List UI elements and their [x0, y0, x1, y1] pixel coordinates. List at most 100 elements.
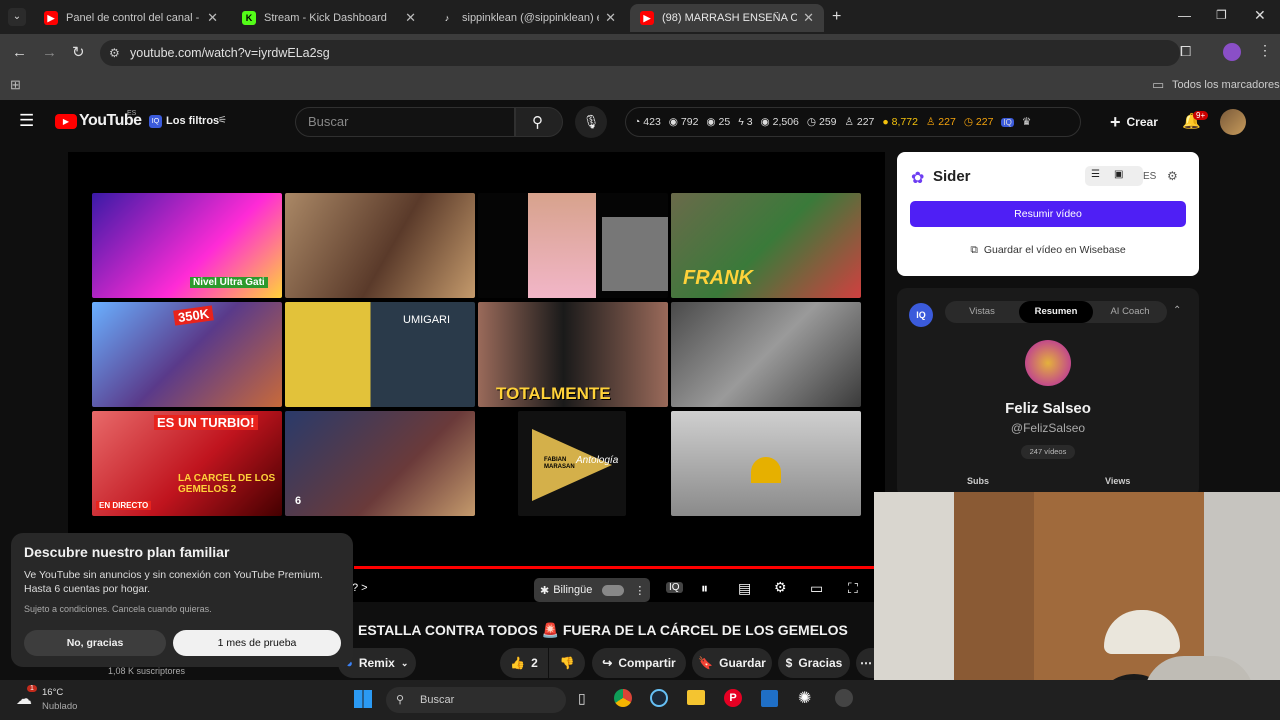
stat-item: ◉ 25	[706, 116, 730, 128]
settings-icon[interactable]: ⚙	[774, 579, 787, 596]
tab-kick-dashboard[interactable]: K Stream - Kick Dashboard ✕	[232, 4, 426, 32]
chapter-counter[interactable]: ? >	[352, 582, 368, 594]
chatgpt-icon[interactable]: ✺	[798, 688, 811, 708]
menu-icon[interactable]: ⋮	[1258, 42, 1272, 59]
extensions-icon[interactable]: ⧠	[1180, 43, 1191, 60]
reload-icon[interactable]: ↻	[72, 43, 85, 61]
forward-icon[interactable]: →	[42, 44, 57, 61]
channel-stats-bar: ◔ 423 ◉ 792 ◉ 25 ϟ 3 ◉ 2,506 ◷ 259 ♙ 227…	[625, 107, 1081, 137]
filters-button[interactable]: Los filtros	[166, 115, 219, 127]
close-icon[interactable]: ✕	[803, 10, 814, 26]
stat-item: ◷ 227	[964, 116, 994, 128]
tab-resumen[interactable]: Resumen	[1019, 301, 1093, 323]
minimize-button[interactable]: —	[1178, 8, 1191, 23]
close-icon[interactable]: ✕	[207, 10, 218, 26]
store-icon[interactable]	[761, 690, 778, 707]
account-avatar[interactable]	[1220, 109, 1246, 135]
no-thanks-button[interactable]: No, gracias	[24, 630, 166, 656]
list-icon[interactable]: ☰	[1091, 169, 1100, 180]
chrome-icon[interactable]	[614, 689, 632, 707]
share-button[interactable]: ↪ Compartir	[592, 648, 686, 678]
new-tab-button[interactable]: +	[832, 8, 841, 26]
windows-start-icon[interactable]	[354, 690, 372, 708]
stat-value: 423	[643, 116, 661, 128]
clock-icon: ◷	[806, 116, 819, 128]
file-explorer-icon[interactable]	[687, 690, 705, 705]
hamburger-icon[interactable]: ☰	[19, 111, 34, 131]
all-bookmarks-link[interactable]: Todos los marcadores	[1172, 79, 1280, 91]
progress-bar[interactable]	[354, 566, 885, 569]
microphone-icon: 🎙	[582, 114, 600, 129]
sider-logo-icon: ✿	[911, 170, 925, 187]
trial-button[interactable]: 1 mes de prueba	[173, 630, 341, 656]
task-view-icon[interactable]: ▯	[578, 690, 586, 707]
tab-tiktok[interactable]: ♪ sippinklean (@sippinklean) está ✕	[430, 4, 626, 32]
tab-youtube-studio[interactable]: ▶ Panel de control del canal - You ✕	[34, 4, 228, 32]
image-icon[interactable]: ▣	[1114, 169, 1123, 180]
sider-settings-icon[interactable]: ⚙	[1167, 169, 1178, 183]
bilingual-label: Bilingüe	[553, 584, 593, 596]
voice-search-button[interactable]: 🎙	[575, 106, 607, 138]
weather-status: Nublado	[42, 701, 78, 712]
address-input[interactable]: ⚙ youtube.com/watch?v=iyrdwELa2sg	[100, 40, 1180, 66]
video-thumbnail: ES UN TURBIO! LA CARCEL DE LOS GEMELOS 2…	[92, 411, 282, 516]
save-wisebase-button[interactable]: ⧉ Guardar el vídeo en Wisebase	[910, 240, 1186, 260]
eye-icon: ◉	[706, 116, 719, 128]
pinterest-icon[interactable]: P	[724, 689, 742, 707]
youtube-logo-icon[interactable]: ▶	[55, 114, 77, 129]
maximize-button[interactable]: ❐	[1216, 8, 1227, 22]
search-input[interactable]: Buscar	[295, 107, 515, 137]
stat-item: ◉ 792	[669, 116, 699, 128]
iq-player-icon[interactable]: IQ	[666, 582, 683, 593]
tiktok-icon: ♪	[444, 13, 450, 23]
channel-avatar	[1025, 340, 1071, 386]
premium-family-popup: Descubre nuestro plan familiar Ve YouTub…	[11, 533, 353, 667]
sider-view-switch[interactable]: ☰ ▣	[1085, 166, 1143, 186]
back-icon[interactable]: ←	[12, 44, 27, 61]
close-icon[interactable]: ✕	[605, 10, 616, 26]
tab-list-button[interactable]: ⌄	[8, 8, 26, 26]
tab-youtube-video[interactable]: ▶ (98) MARRASH ENSEÑA CUÁNT ✕	[630, 4, 824, 32]
create-button[interactable]: + Crear	[1104, 106, 1164, 138]
dislike-button[interactable]: 👎	[549, 648, 585, 678]
thumbnail-text: 6	[295, 495, 302, 507]
steam-icon[interactable]	[650, 689, 668, 707]
bookmarks-bar: ⊞ ▭ Todos los marcadores	[0, 72, 1280, 100]
weather-icon[interactable]: ☁	[16, 689, 32, 709]
close-window-button[interactable]: ✕	[1254, 7, 1266, 24]
tab-ai-coach[interactable]: AI Coach	[1093, 301, 1167, 323]
stat-value: 227	[938, 116, 956, 128]
search-icon: ⚲	[532, 114, 543, 131]
collapse-icon[interactable]: ⌃	[1173, 305, 1181, 316]
bilingual-toggle[interactable]: ✱ Bilingüe ⋮	[534, 578, 650, 602]
tab-vistas[interactable]: Vistas	[945, 301, 1019, 323]
pause-icon[interactable]: ⏸	[701, 580, 708, 597]
subscribers-icon: ◔	[634, 116, 644, 128]
app-icon[interactable]	[835, 689, 853, 707]
more-actions-button[interactable]: ⋯	[856, 648, 876, 678]
iq-icon[interactable]: IQ	[1001, 117, 1014, 127]
save-button[interactable]: 🔖 Guardar	[692, 648, 772, 678]
search-button[interactable]: ⚲	[515, 107, 563, 137]
profile-avatar[interactable]	[1223, 43, 1241, 61]
video-thumbnail: FABIAN MARASAN Antología	[518, 411, 626, 516]
more-icon[interactable]: ⋮	[634, 584, 645, 597]
subtitles-icon[interactable]: ▤	[738, 580, 751, 597]
thumbs-up-icon: 👍	[510, 656, 526, 670]
thanks-button[interactable]: $ Gracias	[778, 648, 850, 678]
like-button[interactable]: 👍 2	[500, 648, 548, 678]
thumbnail-text: Nivel Ultra Gati	[190, 277, 268, 288]
apps-icon[interactable]: ⊞	[10, 77, 21, 93]
taskbar-search-label: Buscar	[420, 694, 455, 706]
fullscreen-icon[interactable]: ⛶	[848, 580, 858, 597]
toggle-switch[interactable]	[602, 584, 625, 596]
trophy-icon[interactable]: ♛	[1022, 116, 1031, 128]
plus-icon: +	[1110, 111, 1121, 132]
site-info-icon[interactable]: ⚙	[109, 40, 120, 66]
remix-label: Remix	[358, 656, 395, 670]
summarize-video-button[interactable]: Resumir vídeo	[910, 201, 1186, 227]
sider-language[interactable]: ES	[1143, 171, 1156, 182]
theater-mode-icon[interactable]: ▭	[810, 580, 823, 597]
close-icon[interactable]: ✕	[405, 10, 416, 26]
taskbar-search[interactable]: ⚲ Buscar	[386, 687, 566, 713]
